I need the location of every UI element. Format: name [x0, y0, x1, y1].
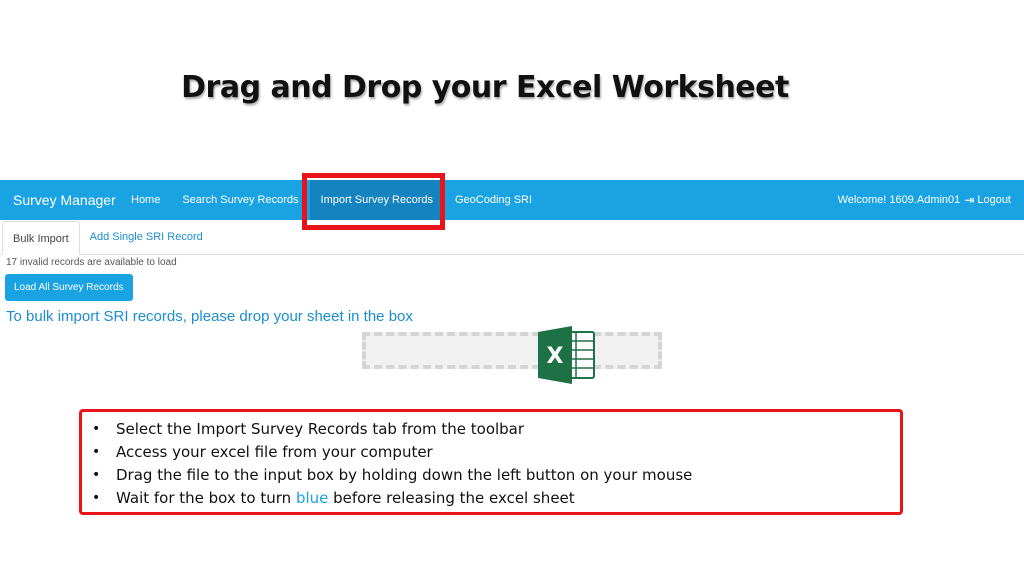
slide-title: Drag and Drop your Excel Worksheet: [181, 70, 789, 105]
import-subtabs: Bulk Import Add Single SRI Record: [0, 220, 1024, 255]
instruction-steps-box: • Select the Import Survey Records tab fr…: [79, 409, 903, 515]
bullet: •: [92, 444, 101, 460]
step-text: Drag the file to the input box by holdin…: [116, 466, 693, 484]
brand-link[interactable]: Survey Manager: [0, 192, 120, 208]
step-text-after: before releasing the excel sheet: [328, 489, 575, 507]
step-text-before: Wait for the box to turn: [116, 489, 296, 507]
step-text: Select the Import Survey Records tab fro…: [116, 420, 525, 438]
nav-item-home[interactable]: Home: [120, 180, 171, 220]
load-all-survey-records-button[interactable]: Load All Survey Records: [5, 274, 133, 301]
step-item: • Access your excel file from your comput…: [92, 441, 890, 464]
step-text: Wait for the box to turn blue before rel…: [116, 487, 575, 510]
nav-item-geocoding-sri[interactable]: GeoCoding SRI: [444, 180, 543, 220]
bullet: •: [92, 421, 101, 437]
excel-icon: X: [538, 326, 595, 384]
drop-instruction: To bulk import SRI records, please drop …: [6, 308, 413, 325]
step-text-highlight: blue: [295, 489, 329, 507]
file-drop-zone[interactable]: [362, 332, 662, 369]
step-item: • Wait for the box to turn blue before re…: [92, 487, 890, 510]
records-note: 17 invalid records are available to load: [6, 257, 177, 268]
import-tab-highlight: [302, 173, 445, 230]
excel-icon-letter: X: [547, 344, 564, 369]
survey-manager-app: Survey Manager Home Search Survey Record…: [0, 180, 1024, 380]
bullet: •: [92, 490, 101, 506]
logout-link[interactable]: ⇥ Logout: [964, 193, 1024, 207]
tab-add-single-sri-record[interactable]: Add Single SRI Record: [80, 220, 213, 254]
step-item: • Drag the file to the input box by holdi…: [92, 464, 890, 487]
bullet: •: [92, 467, 101, 483]
logout-label: Logout: [977, 194, 1011, 206]
top-navbar: Survey Manager Home Search Survey Record…: [0, 180, 1024, 220]
welcome-text: Welcome! 1609.Admin01: [837, 194, 961, 206]
step-text: Access your excel file from your compute…: [116, 443, 433, 461]
steps-list: • Select the Import Survey Records tab fr…: [92, 418, 890, 510]
logout-icon: ⇥: [964, 193, 975, 207]
step-item: • Select the Import Survey Records tab fr…: [92, 418, 890, 441]
nav-item-search-survey-records[interactable]: Search Survey Records: [171, 180, 309, 220]
tab-bulk-import[interactable]: Bulk Import: [2, 221, 80, 255]
